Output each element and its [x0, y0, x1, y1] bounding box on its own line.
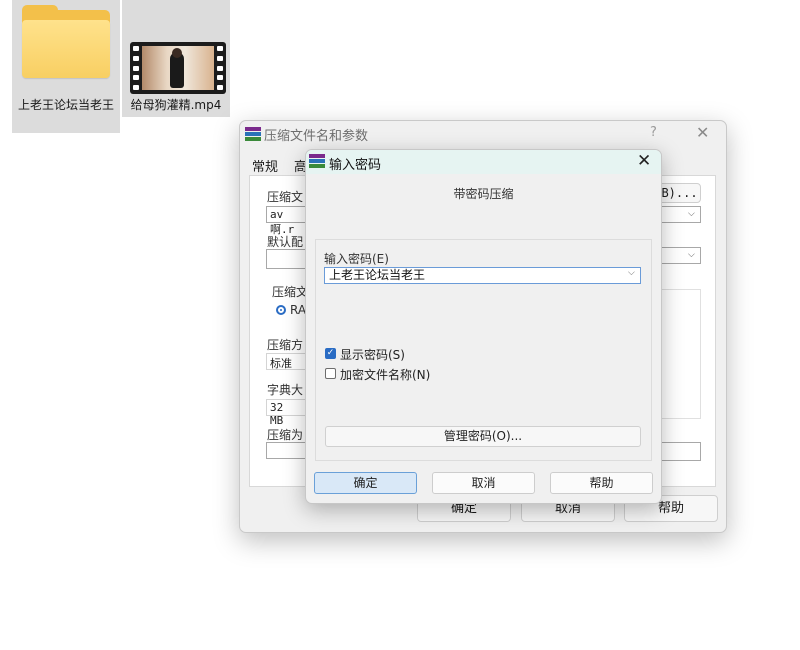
desktop-video-file[interactable]: 给母狗灌精.mp4 [122, 0, 230, 117]
video-file-icon [130, 42, 226, 94]
show-password-label: 显示密码(S) [340, 348, 405, 362]
password-ok-button[interactable]: 确定 [314, 472, 417, 494]
show-password-checkbox[interactable]: ✓ [325, 348, 336, 359]
split-volume-field-right[interactable] [658, 442, 701, 461]
desktop-folder[interactable]: 上老王论坛当老王 [12, 0, 120, 133]
encrypt-heading: 带密码压缩 [453, 187, 514, 201]
winrar-icon [309, 154, 325, 168]
archive-window-title: 压缩文件名和参数 [264, 129, 369, 144]
password-dialog-title: 输入密码 [329, 158, 382, 173]
chevron-down-icon: ⌵ [688, 209, 695, 219]
desktop-folder-label: 上老王论坛当老王 [18, 98, 115, 112]
encrypt-filenames-label: 加密文件名称(N) [340, 368, 431, 382]
format-rar-radio[interactable] [276, 305, 286, 315]
options-list [658, 289, 701, 419]
browse-button[interactable]: B)... [658, 183, 701, 203]
split-label: 压缩为 [267, 428, 304, 442]
encrypt-filenames-checkbox[interactable] [325, 368, 336, 379]
password-help-button[interactable]: 帮助 [550, 472, 653, 494]
archive-name-label: 压缩文 [267, 190, 304, 204]
split-volume-field[interactable] [266, 442, 306, 459]
chevron-down-icon[interactable]: ⌵ [628, 268, 635, 278]
archive-name-field[interactable]: av啊.r [266, 206, 306, 236]
close-icon[interactable]: ✕ [696, 123, 709, 142]
password-cancel-button[interactable]: 取消 [432, 472, 535, 494]
tab-general[interactable]: 常规 [252, 156, 278, 175]
password-dialog: 输入密码 ✕ 带密码压缩 输入密码(E) 上老王论坛当老王 ⌵ ✓ 显示密码(S… [305, 149, 662, 504]
help-icon[interactable]: ? [650, 125, 657, 140]
format-label: 压缩文 [272, 285, 309, 299]
close-icon[interactable]: ✕ [637, 151, 651, 171]
dictionary-dropdown[interactable]: 32 MB [266, 399, 306, 427]
desktop-video-label: 给母狗灌精.mp4 [130, 98, 222, 112]
chevron-down-icon: ⌵ [688, 250, 695, 260]
password-label: 输入密码(E) [324, 252, 389, 266]
password-input[interactable]: 上老王论坛当老王 [324, 267, 641, 284]
method-label: 压缩方 [267, 338, 304, 352]
format-rar-label: RA [290, 303, 307, 317]
default-profile-label: 默认配 [267, 235, 304, 249]
method-dropdown[interactable]: 标准 [266, 353, 306, 370]
manage-passwords-button[interactable]: 管理密码(O)... [325, 426, 641, 447]
profile-dropdown[interactable] [266, 249, 306, 269]
dictionary-label: 字典大 [267, 383, 304, 397]
winrar-icon [245, 127, 261, 141]
